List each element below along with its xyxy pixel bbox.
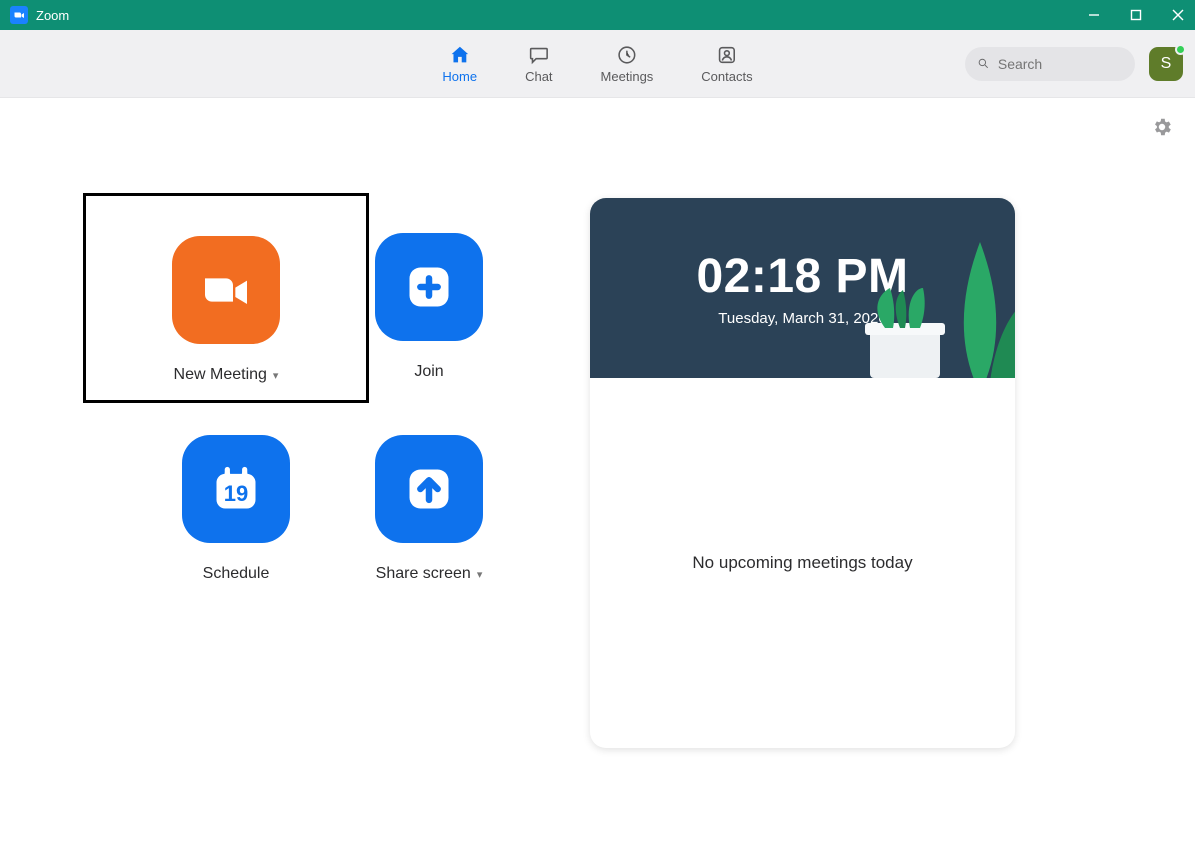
home-icon [449,44,471,66]
close-button[interactable] [1171,9,1185,21]
tab-label: Meetings [601,69,654,84]
settings-button[interactable] [1151,116,1173,143]
search-box[interactable] [965,47,1135,81]
title-bar: Zoom [0,0,1195,30]
tab-contacts[interactable]: Contacts [701,44,752,84]
action-label: Join [414,363,443,381]
chevron-down-icon[interactable]: ▾ [477,568,483,581]
chat-icon [528,44,550,66]
join-button[interactable]: Join [344,233,514,387]
calendar-icon: 19 [182,435,290,543]
tab-chat[interactable]: Chat [525,44,552,84]
avatar-initial: S [1161,55,1172,73]
clock-icon [616,44,638,66]
tab-label: Chat [525,69,552,84]
current-date: Tuesday, March 31, 2020 [718,310,886,327]
content-area: New Meeting ▾ Join 19 Schedule [0,98,1195,855]
maximize-button[interactable] [1129,9,1143,21]
share-screen-button[interactable]: Share screen ▾ [344,435,514,583]
action-label: Share screen [376,565,471,583]
schedule-button[interactable]: 19 Schedule [128,435,344,583]
toolbar: Home Chat Meetings Contacts S [0,30,1195,98]
minimize-button[interactable] [1087,9,1101,21]
action-label: Schedule [203,565,270,583]
tab-label: Home [442,69,477,84]
new-meeting-button[interactable]: New Meeting ▾ [83,193,369,403]
info-header: 02:18 PM Tuesday, March 31, 2020 [590,198,1015,378]
contacts-icon [716,44,738,66]
tab-meetings[interactable]: Meetings [601,44,654,84]
no-meetings-message: No upcoming meetings today [692,553,912,573]
tab-label: Contacts [701,69,752,84]
window-title: Zoom [36,8,69,23]
avatar[interactable]: S [1149,47,1183,81]
video-camera-icon [172,236,280,344]
action-label: New Meeting [174,366,267,384]
plus-icon [375,233,483,341]
share-arrow-icon [375,435,483,543]
presence-indicator-icon [1175,44,1186,55]
zoom-logo-icon [10,6,28,24]
info-card: 02:18 PM Tuesday, March 31, 2020 No upco… [590,198,1015,748]
tab-home[interactable]: Home [442,44,477,84]
calendar-day: 19 [224,481,248,507]
pot-decoration-icon [865,288,955,378]
search-icon [977,56,990,71]
search-input[interactable] [998,56,1123,72]
chevron-down-icon[interactable]: ▾ [273,369,279,382]
